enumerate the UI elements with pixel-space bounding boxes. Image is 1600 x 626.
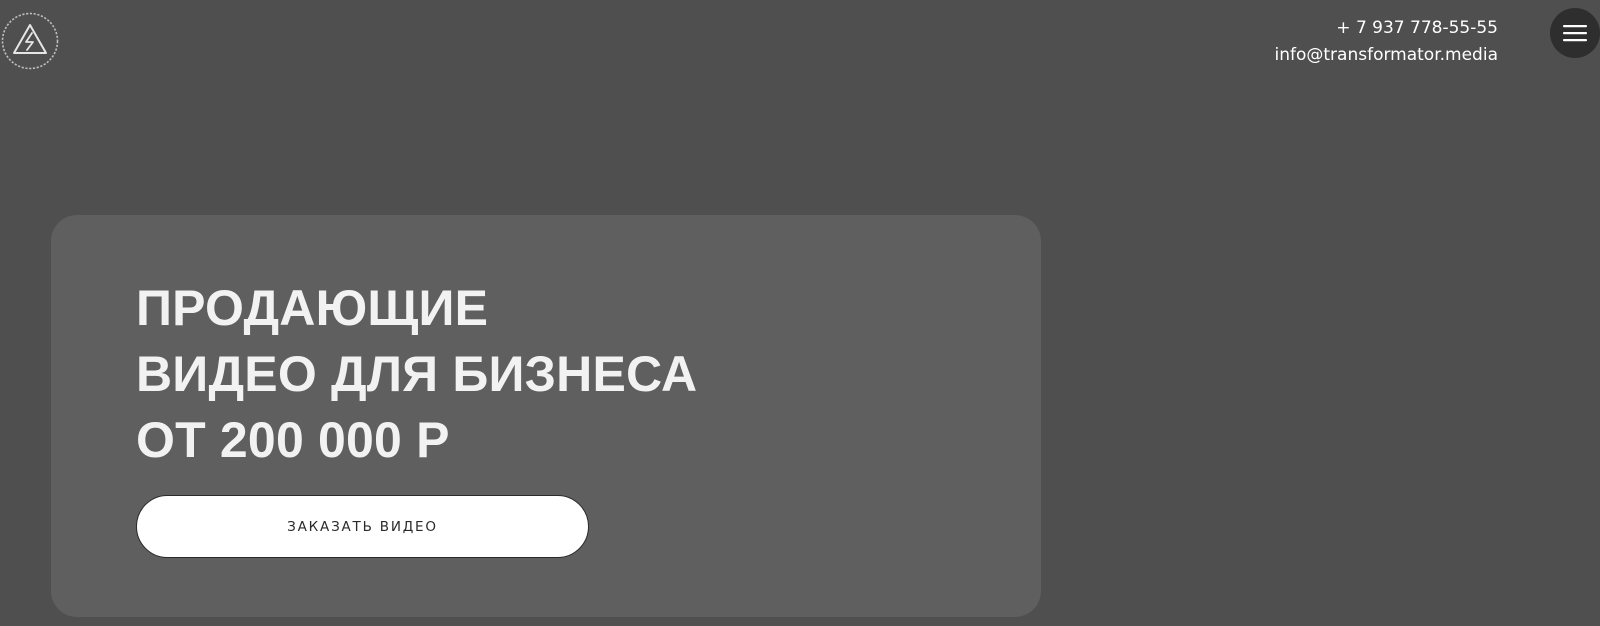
hero-title-line: ПРОДАЮЩИЕ [136, 280, 489, 336]
site-logo[interactable] [0, 11, 60, 71]
order-video-button[interactable]: ЗАКАЗАТЬ ВИДЕО [136, 495, 589, 558]
hamburger-menu-icon [1563, 25, 1587, 42]
hero-title: ПРОДАЮЩИЕ ВИДЕО ДЛЯ БИЗНЕСА ОТ 200 000 Р [136, 275, 697, 473]
contact-info: + 7 937 778-55-55 info@transformator.med… [1275, 15, 1499, 69]
phone-link[interactable]: + 7 937 778-55-55 [1275, 15, 1498, 42]
menu-button[interactable] [1550, 8, 1600, 58]
hero-card: ПРОДАЮЩИЕ ВИДЕО ДЛЯ БИЗНЕСА ОТ 200 000 Р… [51, 215, 1041, 617]
email-link[interactable]: info@transformator.media [1275, 42, 1499, 69]
lightning-triangle-icon [1, 12, 59, 70]
hero-title-line: ВИДЕО ДЛЯ БИЗНЕСА [136, 346, 698, 402]
hero-title-line: ОТ 200 000 Р [136, 412, 450, 468]
